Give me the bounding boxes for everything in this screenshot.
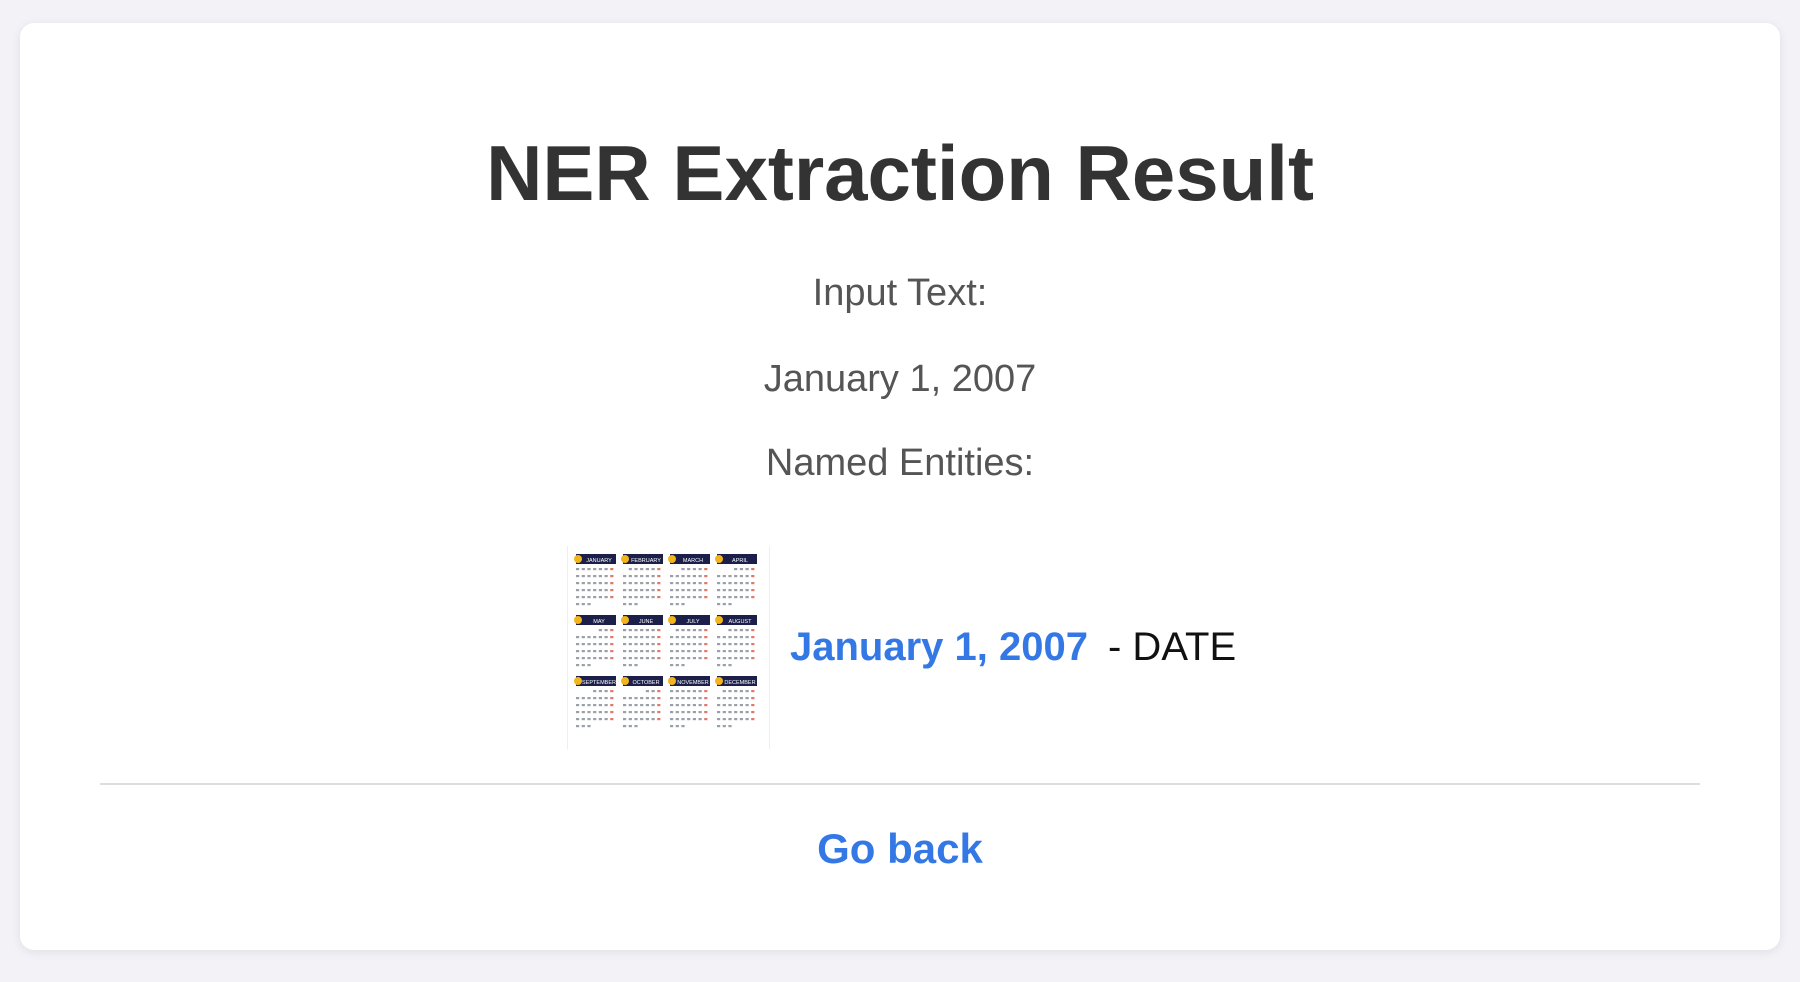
page-title: NER Extraction Result <box>486 129 1314 217</box>
input-text-value: January 1, 2007 <box>763 358 1037 400</box>
svg-text:SEPTEMBER: SEPTEMBER <box>582 680 616 686</box>
svg-text:FEBRUARY: FEBRUARY <box>631 558 661 564</box>
svg-text:APRIL: APRIL <box>732 558 748 564</box>
svg-text:JUNE: JUNE <box>639 619 654 625</box>
calendar-month: AUGUST <box>715 614 757 666</box>
calendar-month: MAY <box>574 614 616 666</box>
divider <box>100 783 1700 785</box>
result-card: NER Extraction Result Input Text: Januar… <box>20 23 1780 950</box>
calendar-month: JUNE <box>621 614 663 666</box>
svg-text:NOVEMBER: NOVEMBER <box>677 680 709 686</box>
calendar-month: NOVEMBER <box>668 675 710 727</box>
calendar-month: FEBRUARY <box>621 553 663 605</box>
svg-text:MAY: MAY <box>593 619 605 625</box>
svg-text:DECEMBER: DECEMBER <box>724 680 755 686</box>
entity-item: JANUARY FEBRUARY MARCH APRIL MAY JUNE JULY AUGU… <box>567 544 1236 750</box>
go-back-link[interactable]: Go back <box>817 825 983 872</box>
calendar-thumbnail: JANUARY FEBRUARY MARCH APRIL MAY JUNE JULY AUGU… <box>567 545 770 749</box>
calendar-month: MARCH <box>668 553 710 605</box>
svg-text:JULY: JULY <box>686 619 699 625</box>
svg-text:JANUARY: JANUARY <box>586 558 612 564</box>
calendar-image: JANUARY FEBRUARY MARCH APRIL MAY JUNE JULY AUGU… <box>574 553 757 727</box>
named-entities-label: Named Entities: <box>765 442 1035 484</box>
calendar-month: JULY <box>668 614 710 666</box>
svg-text:AUGUST: AUGUST <box>729 619 753 625</box>
calendar-month: SEPTEMBER <box>574 675 616 727</box>
calendar-month: APRIL <box>715 553 757 605</box>
svg-text:OCTOBER: OCTOBER <box>632 680 659 686</box>
entity-link[interactable]: January 1, 2007 <box>790 625 1088 670</box>
input-text-label: Input Text: <box>812 272 988 314</box>
entity-type: - DATE <box>1108 624 1237 669</box>
calendar-month: OCTOBER <box>621 675 663 727</box>
svg-text:MARCH: MARCH <box>683 558 703 564</box>
calendar-month: DECEMBER <box>715 675 757 727</box>
calendar-month: JANUARY <box>574 553 616 605</box>
